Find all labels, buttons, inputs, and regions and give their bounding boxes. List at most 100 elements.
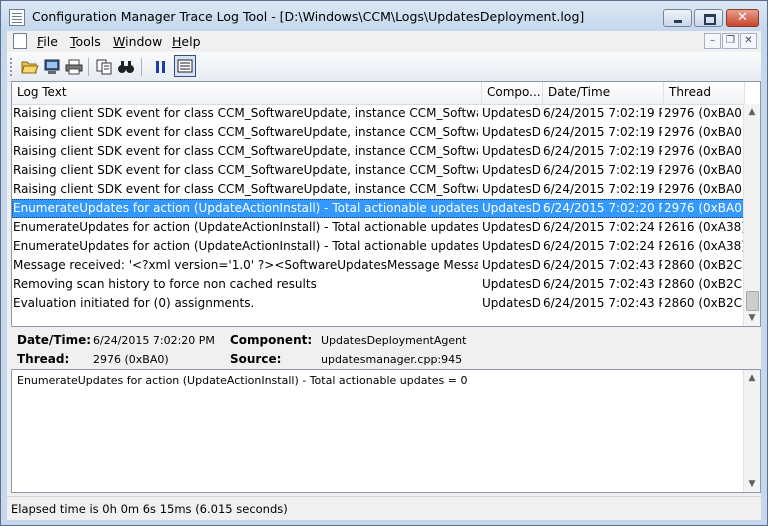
toolbar-grip[interactable]	[10, 58, 14, 76]
datetime-label: Date/Time:	[17, 333, 92, 347]
menu-help[interactable]: Help	[172, 34, 201, 49]
component-cell: UpdatesDe	[482, 258, 540, 272]
open-on-server-icon[interactable]	[42, 57, 62, 77]
status-text: Elapsed time is 0h 0m 6s 15ms (6.015 sec…	[11, 502, 288, 516]
thread-cell: 2976 (0xBA0)	[664, 106, 744, 120]
component-cell: UpdatesDe	[482, 182, 540, 196]
log-text-cell: Message received: '<?xml version='1.0' ?…	[13, 258, 478, 272]
source-value: updatesmanager.cpp:945	[321, 353, 463, 366]
app-window: Configuration Manager Trace Log Tool - […	[0, 0, 768, 526]
log-text-cell: EnumerateUpdates for action (UpdateActio…	[13, 239, 478, 253]
scroll-up-arrow-icon[interactable]: ▲	[744, 104, 760, 120]
source-label: Source:	[230, 352, 282, 366]
log-text-cell: Removing scan history to force non cache…	[13, 277, 317, 291]
datetime-cell: 6/24/2015 7:02:43 PM	[543, 296, 662, 310]
find-icon[interactable]	[116, 57, 136, 77]
table-row[interactable]: EnumerateUpdates for action (UpdateActio…	[12, 237, 745, 256]
datetime-cell: 6/24/2015 7:02:24 PM	[543, 220, 662, 234]
message-vertical-scrollbar[interactable]: ▲ ▼	[743, 370, 760, 492]
datetime-cell: 6/24/2015 7:02:19 PM	[543, 106, 662, 120]
window-title: Configuration Manager Trace Log Tool - […	[32, 9, 585, 24]
toolbar-separator	[141, 58, 142, 76]
datetime-cell: 6/24/2015 7:02:43 PM	[543, 277, 662, 291]
copy-icon[interactable]	[94, 57, 114, 77]
table-row[interactable]: Raising client SDK event for class CCM_S…	[12, 142, 745, 161]
menu-file[interactable]: File	[37, 34, 58, 49]
log-vertical-scrollbar[interactable]: ▲ ▼	[743, 104, 760, 326]
table-row[interactable]: Raising client SDK event for class CCM_S…	[12, 161, 745, 180]
log-text-cell: Raising client SDK event for class CCM_S…	[13, 163, 478, 177]
title-bar[interactable]: Configuration Manager Trace Log Tool - […	[1, 1, 767, 31]
thread-cell: 2976 (0xBA0)	[664, 201, 744, 215]
log-text-cell: EnumerateUpdates for action (UpdateActio…	[13, 220, 478, 234]
menu-window[interactable]: Window	[113, 34, 162, 49]
log-grid[interactable]: Log Text Compo... Date/Time Thread Raisi…	[11, 81, 761, 327]
scroll-up-arrow-icon[interactable]: ▲	[744, 370, 760, 386]
entry-details: Date/Time: 6/24/2015 7:02:20 PM Componen…	[11, 327, 761, 369]
thread-cell: 2860 (0xB2C)	[664, 258, 744, 272]
highlight-icon[interactable]	[174, 55, 196, 77]
component-cell: UpdatesDe	[482, 296, 540, 310]
thread-cell: 2616 (0xA38)	[664, 239, 744, 253]
log-text-cell: Raising client SDK event for class CCM_S…	[13, 144, 478, 158]
datetime-cell: 6/24/2015 7:02:19 PM	[543, 182, 662, 196]
table-row[interactable]: Raising client SDK event for class CCM_S…	[12, 104, 745, 123]
column-header-datetime[interactable]: Date/Time	[543, 82, 664, 104]
minimize-button[interactable]	[663, 9, 692, 27]
thread-label: Thread:	[17, 352, 70, 366]
component-cell: UpdatesDe	[482, 220, 540, 234]
client-area: File Tools Window Help – ❐ ✕ Log Text Co…	[7, 31, 761, 520]
component-cell: UpdatesDe	[482, 144, 540, 158]
log-rows: Raising client SDK event for class CCM_S…	[12, 104, 745, 313]
thread-cell: 2860 (0xB2C)	[664, 277, 744, 291]
table-row-selected[interactable]: EnumerateUpdates for action (UpdateActio…	[12, 199, 745, 218]
status-bar: Elapsed time is 0h 0m 6s 15ms (6.015 sec…	[7, 496, 761, 520]
print-icon[interactable]	[64, 57, 84, 77]
log-grid-header: Log Text Compo... Date/Time Thread	[12, 82, 745, 105]
table-row[interactable]: Evaluation initiated for (0) assignments…	[12, 294, 745, 313]
message-textbox[interactable]: EnumerateUpdates for action (UpdateActio…	[11, 369, 761, 493]
datetime-cell: 6/24/2015 7:02:20 PM	[543, 201, 662, 215]
thread-cell: 2860 (0xB2C)	[664, 296, 744, 310]
table-row[interactable]: Raising client SDK event for class CCM_S…	[12, 123, 745, 142]
log-text-cell: Evaluation initiated for (0) assignments…	[13, 296, 255, 310]
datetime-cell: 6/24/2015 7:02:43 PM	[543, 258, 662, 272]
column-header-log-text[interactable]: Log Text	[12, 82, 482, 104]
scroll-thumb[interactable]	[746, 291, 759, 311]
log-text-cell: Raising client SDK event for class CCM_S…	[13, 182, 478, 196]
component-cell: UpdatesDe	[482, 239, 540, 253]
thread-cell: 2976 (0xBA0)	[664, 182, 744, 196]
menu-bar: File Tools Window Help – ❐ ✕	[7, 31, 761, 52]
component-label: Component:	[230, 333, 313, 347]
toolbar-separator	[88, 58, 89, 76]
column-header-component[interactable]: Compo...	[482, 82, 543, 104]
open-icon[interactable]	[20, 57, 40, 77]
document-restore-button[interactable]: ❐	[722, 33, 739, 49]
table-row[interactable]: EnumerateUpdates for action (UpdateActio…	[12, 218, 745, 237]
document-close-button[interactable]: ✕	[740, 33, 757, 49]
log-text-cell: Raising client SDK event for class CCM_S…	[13, 106, 478, 120]
table-row[interactable]: Message received: '<?xml version='1.0' ?…	[12, 256, 745, 275]
log-text-cell: EnumerateUpdates for action (UpdateActio…	[13, 201, 478, 215]
scroll-down-arrow-icon[interactable]: ▼	[744, 310, 760, 326]
close-button[interactable]	[726, 9, 759, 27]
component-cell: UpdatesDe	[482, 201, 540, 215]
table-row[interactable]: Raising client SDK event for class CCM_S…	[12, 180, 745, 199]
maximize-button[interactable]	[694, 9, 723, 27]
menu-tools[interactable]: Tools	[70, 34, 101, 49]
component-cell: UpdatesDe	[482, 125, 540, 139]
toolbar	[7, 52, 761, 82]
component-cell: UpdatesDe	[482, 163, 540, 177]
pause-icon[interactable]	[151, 57, 171, 77]
component-cell: UpdatesDe	[482, 106, 540, 120]
datetime-value: 6/24/2015 7:02:20 PM	[93, 334, 215, 347]
log-text-cell: Raising client SDK event for class CCM_S…	[13, 125, 478, 139]
datetime-cell: 6/24/2015 7:02:19 PM	[543, 144, 662, 158]
document-icon[interactable]	[13, 33, 27, 49]
trace-log-app-icon[interactable]	[9, 9, 25, 26]
table-row[interactable]: Removing scan history to force non cache…	[12, 275, 745, 294]
column-header-thread[interactable]: Thread	[664, 82, 745, 104]
datetime-cell: 6/24/2015 7:02:19 PM	[543, 163, 662, 177]
scroll-down-arrow-icon[interactable]: ▼	[744, 476, 760, 492]
document-minimize-button[interactable]: –	[704, 33, 721, 49]
